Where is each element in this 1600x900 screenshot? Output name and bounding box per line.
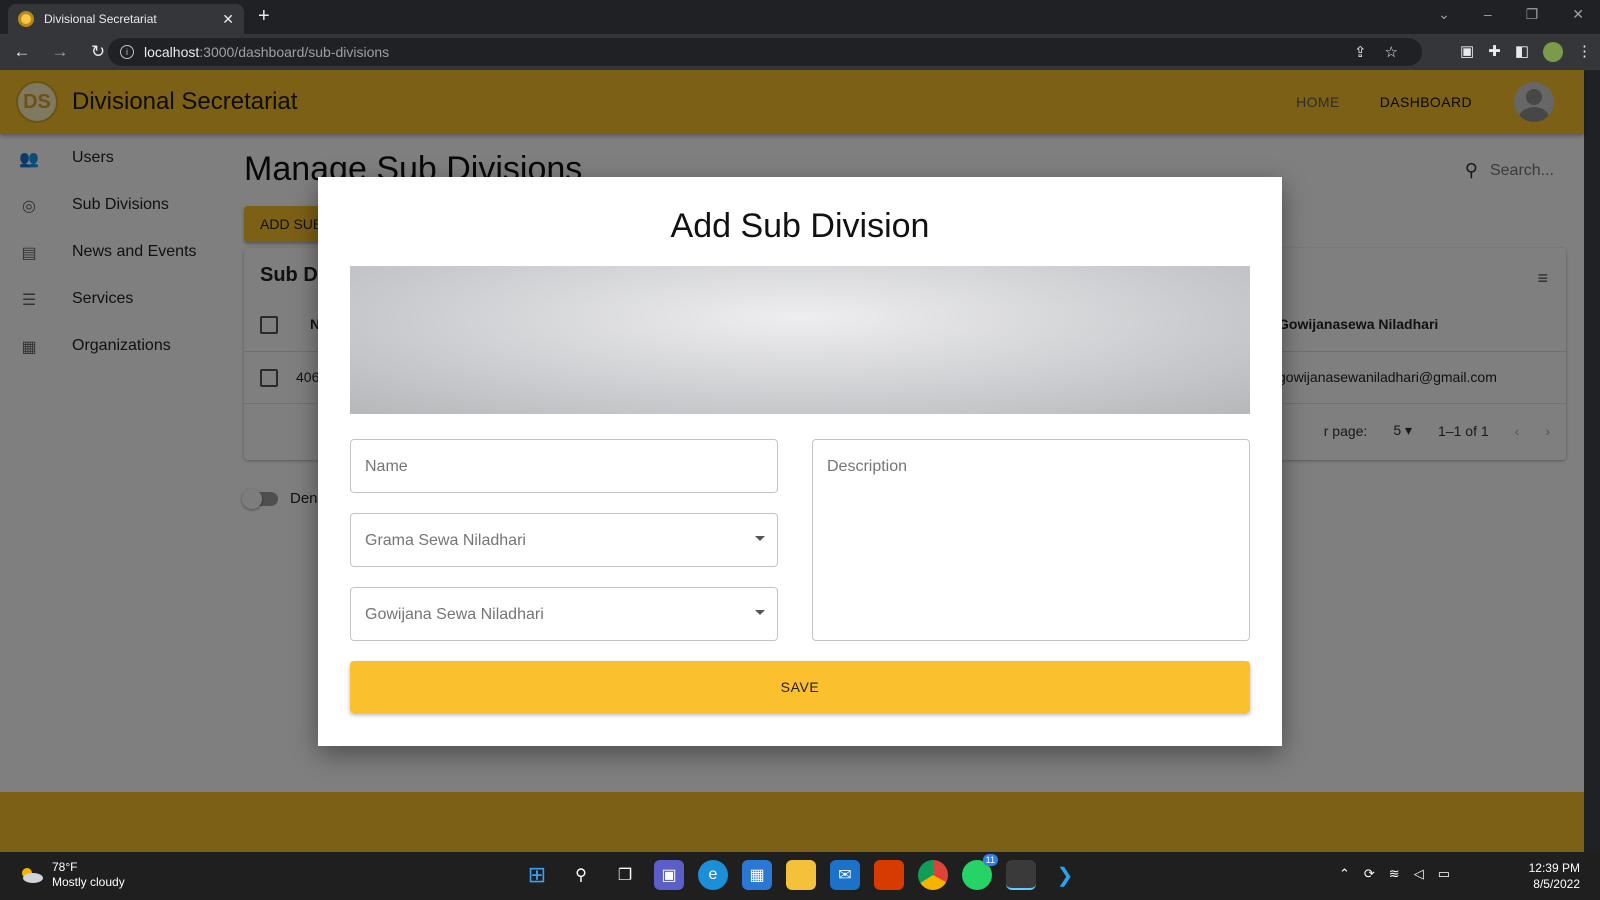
dropdown-arrow-icon: [755, 610, 765, 615]
task-view-icon[interactable]: ❐: [610, 860, 640, 890]
file-explorer-icon[interactable]: [786, 860, 816, 890]
cloud-sun-icon: [22, 868, 43, 883]
temperature: 78°F: [52, 860, 78, 874]
forward-icon[interactable]: →: [44, 42, 76, 62]
battery-icon[interactable]: ▭: [1438, 866, 1450, 882]
description-field[interactable]: Description: [812, 439, 1250, 641]
store-icon[interactable]: ▦: [742, 860, 772, 890]
extensions-puzzle-icon[interactable]: ✚: [1488, 42, 1501, 62]
edge-icon[interactable]: e: [698, 860, 728, 890]
url-host: localhost: [144, 44, 200, 60]
tab-title: Divisional Secretariat: [44, 12, 157, 26]
snipping-tool-icon[interactable]: [1006, 860, 1036, 890]
mail-icon[interactable]: ✉: [830, 860, 860, 890]
tab-search-icon[interactable]: ⌄: [1438, 6, 1450, 23]
side-panel-icon[interactable]: ◧: [1515, 42, 1529, 62]
browser-tab[interactable]: Divisional Secretariat ✕: [8, 4, 244, 34]
back-icon[interactable]: ←: [6, 42, 38, 62]
chrome-icon[interactable]: [918, 860, 948, 890]
description-field-placeholder: Description: [827, 458, 908, 475]
new-tab-button[interactable]: +: [258, 5, 270, 28]
vscode-icon[interactable]: ❯: [1050, 860, 1080, 890]
weather-widget[interactable]: 78°F Mostly cloudy: [18, 860, 125, 890]
grama-select-placeholder: Grama Sewa Niladhari: [365, 532, 526, 549]
save-button[interactable]: SAVE: [350, 661, 1250, 713]
volume-muted-icon[interactable]: ◁: [1414, 866, 1424, 882]
browser-menu-icon[interactable]: ⋮: [1577, 42, 1592, 62]
clock[interactable]: 12:39 PM 8/5/2022: [1529, 860, 1580, 892]
site-info-icon[interactable]: i: [120, 45, 134, 59]
screen-capture-icon[interactable]: ▣: [1460, 42, 1474, 62]
add-sub-division-dialog: Add Sub Division Name Grama Sewa Niladha…: [318, 177, 1282, 746]
time: 12:39 PM: [1528, 861, 1580, 875]
search-icon[interactable]: ⚲: [566, 860, 596, 890]
show-hidden-icons-icon[interactable]: ⌃: [1339, 866, 1350, 882]
url-path: :3000/dashboard/sub-divisions: [199, 44, 390, 60]
browser-toolbar: ← → ↻ i localhost:3000/dashboard/sub-div…: [0, 34, 1600, 70]
app-window: DS Divisional Secretariat HOME DASHBOARD…: [0, 70, 1584, 852]
profile-avatar-icon[interactable]: [1543, 42, 1563, 62]
notification-badge: 11: [982, 854, 998, 866]
minimize-icon[interactable]: –: [1484, 6, 1492, 23]
close-window-icon[interactable]: ✕: [1572, 6, 1584, 23]
sync-icon[interactable]: ⟳: [1364, 866, 1375, 882]
taskbar-apps: ⊞ ⚲ ❐ ▣ e ▦ ✉ 11 ❯: [522, 854, 1080, 890]
restore-icon[interactable]: ❐: [1526, 6, 1539, 23]
system-tray: ⌃ ⟳ ≋ ◁ ▭: [1339, 866, 1450, 882]
dialog-title: Add Sub Division: [670, 207, 930, 245]
tab-close-icon[interactable]: ✕: [222, 11, 234, 28]
address-bar[interactable]: i localhost:3000/dashboard/sub-divisions…: [108, 38, 1422, 66]
gowijana-select-placeholder: Gowijana Sewa Niladhari: [365, 606, 544, 623]
name-field[interactable]: Name: [350, 439, 778, 493]
wifi-icon[interactable]: ≋: [1389, 866, 1400, 882]
whatsapp-icon[interactable]: 11: [962, 854, 998, 890]
window-controls: ⌄ – ❐ ✕: [1438, 6, 1584, 23]
date: 8/5/2022: [1533, 877, 1580, 891]
weather-condition: Mostly cloudy: [52, 875, 125, 889]
windows-start-icon[interactable]: ⊞: [522, 860, 552, 890]
extensions-area: ▣ ✚ ◧ ⋮: [1460, 42, 1592, 62]
taskbar: 78°F Mostly cloudy ⊞ ⚲ ❐ ▣ e ▦ ✉ 11 ❯ ⌃ …: [0, 852, 1600, 900]
dropdown-arrow-icon: [755, 536, 765, 541]
dialog-banner-image: [350, 266, 1250, 414]
favicon-icon: [18, 11, 34, 27]
name-field-placeholder: Name: [365, 458, 408, 475]
gowijana-sewa-niladhari-select[interactable]: Gowijana Sewa Niladhari: [350, 587, 778, 641]
teams-chat-icon[interactable]: ▣: [654, 860, 684, 890]
grama-sewa-niladhari-select[interactable]: Grama Sewa Niladhari: [350, 513, 778, 567]
bookmark-star-icon[interactable]: ☆: [1385, 43, 1398, 61]
office-icon[interactable]: [874, 860, 904, 890]
share-icon[interactable]: ⇪: [1354, 43, 1367, 61]
browser-tabstrip: Divisional Secretariat ✕ + ⌄ – ❐ ✕: [0, 0, 1600, 34]
omnibox-actions: ⇪ ☆: [1354, 38, 1398, 66]
